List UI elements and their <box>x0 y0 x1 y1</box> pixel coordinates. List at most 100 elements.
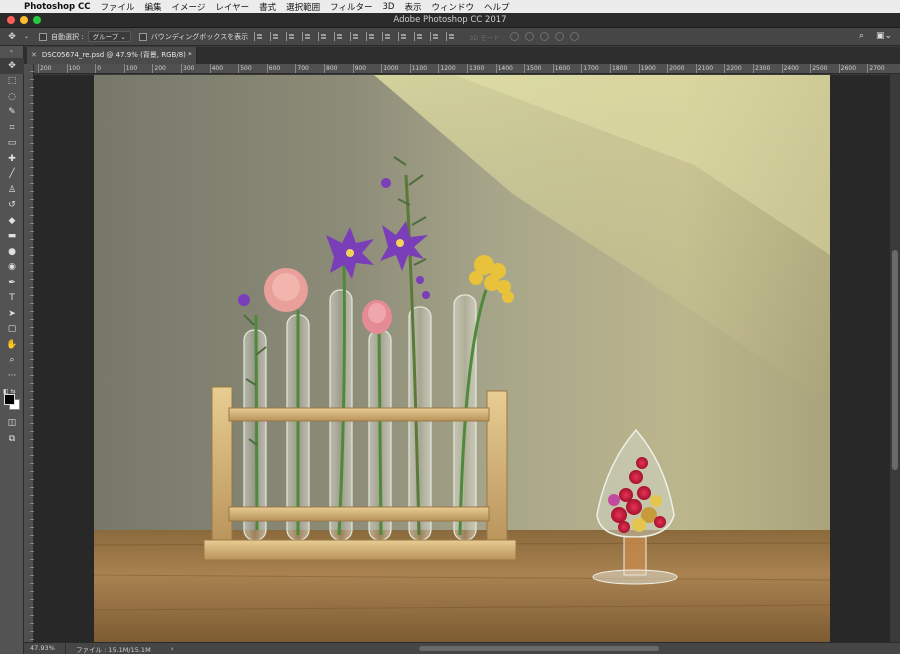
screen-mode-icon[interactable]: ⧉ <box>0 431 24 447</box>
crop-tool-icon[interactable]: ⌗ <box>0 120 24 136</box>
align-top-icon[interactable] <box>254 32 263 41</box>
distribute-vcenter-icon[interactable] <box>366 32 375 41</box>
ruler-tick-label: 900 <box>352 64 367 73</box>
history-brush-tool-icon[interactable]: ↺ <box>0 198 24 214</box>
hand-tool-icon[interactable]: ✋ <box>0 337 24 353</box>
quick-select-tool-icon[interactable]: ✎ <box>0 105 24 121</box>
lasso-tool-icon[interactable]: ◌ <box>0 89 24 105</box>
gradient-tool-icon[interactable]: ▬ <box>0 229 24 245</box>
clone-stamp-tool-icon[interactable]: ♙ <box>0 182 24 198</box>
tool-list: ✥ ⬚ ◌ ✎ ⌗ ▭ ✚ ╱ ♙ ↺ ◆ ▬ ● ◉ ✒ T ➤ ▢ ✋ ⌕ ··· <box>0 58 24 384</box>
move-tool-preset-icon[interactable]: ✥ <box>0 32 24 42</box>
ruler-tick-label: 600 <box>266 64 281 73</box>
menu-window[interactable]: ウィンドウ <box>431 1 474 13</box>
ruler-tick-label: 200 <box>152 64 166 73</box>
distribute-right-icon[interactable] <box>430 32 439 41</box>
auto-select-checkbox[interactable] <box>39 32 48 41</box>
marquee-tool-icon[interactable]: ⬚ <box>0 74 24 90</box>
menu-help[interactable]: ヘルプ <box>484 1 510 13</box>
distribute-left-icon[interactable] <box>398 32 407 41</box>
chevron-down-icon[interactable]: ⌄ <box>24 33 29 40</box>
ruler-tick-label: 2200 <box>724 64 742 73</box>
pen-tool-icon[interactable]: ✒ <box>0 275 24 291</box>
align-left-icon[interactable] <box>302 32 311 41</box>
eraser-tool-icon[interactable]: ◆ <box>0 213 24 229</box>
dodge-tool-icon[interactable]: ◉ <box>0 260 24 276</box>
tools-panel: » ✥ ⬚ ◌ ✎ ⌗ ▭ ✚ ╱ ♙ ↺ ◆ ▬ ● ◉ ✒ T ➤ ▢ ✋ ⌕ ··· ◧ ⇆ ◫ ⧉ <box>0 46 24 654</box>
menu-filter[interactable]: フィルター <box>330 1 372 13</box>
healing-brush-tool-icon[interactable]: ✚ <box>0 151 24 167</box>
blur-tool-icon[interactable]: ● <box>0 244 24 260</box>
photo-illustration <box>94 75 830 642</box>
zoom-tool-icon[interactable]: ⌕ <box>0 353 24 369</box>
3d-slide-icon[interactable] <box>555 32 565 41</box>
status-menu-arrow-icon[interactable]: › <box>171 645 174 653</box>
window-title-bar: Adobe Photoshop CC 2017 <box>0 13 900 28</box>
workspace-switcher-icon[interactable]: ▣⌄ <box>876 31 892 41</box>
ruler-tick-label: 800 <box>323 64 338 73</box>
foreground-color-swatch[interactable] <box>4 393 15 405</box>
brush-tool-icon[interactable]: ╱ <box>0 167 24 183</box>
ruler-tick-label: 0 <box>95 64 102 73</box>
3d-rotate-icon[interactable] <box>510 32 520 41</box>
vertical-scrollbar[interactable] <box>890 75 900 642</box>
app-menu-photoshop[interactable]: Photoshop CC <box>24 2 91 12</box>
ruler-tick-label: 2100 <box>695 64 714 73</box>
align-bottom-icon[interactable] <box>286 32 295 41</box>
quick-mask-icon[interactable]: ◫ <box>0 416 24 432</box>
document-image <box>94 75 830 642</box>
document-tab-title: DSC05674_re.psd @ 47.9% (背景, RGB/8) * <box>41 51 192 59</box>
auto-select-dropdown[interactable]: グループ ⌄ <box>87 31 131 42</box>
ruler-tick-label: 1600 <box>552 64 571 73</box>
bounding-box-checkbox[interactable] <box>138 32 147 41</box>
panel-collapse-icon[interactable]: » <box>0 46 23 58</box>
menu-type[interactable]: 書式 <box>259 1 276 13</box>
3d-scale-icon[interactable] <box>570 32 580 41</box>
ruler-tick-label: 700 <box>295 64 309 73</box>
ruler-tick-label: 400 <box>209 64 224 73</box>
window-title: Adobe Photoshop CC 2017 <box>393 15 507 25</box>
menu-edit[interactable]: 編集 <box>145 1 162 13</box>
menu-image[interactable]: イメージ <box>172 1 206 13</box>
close-tab-icon[interactable]: ✕ <box>31 51 37 59</box>
menu-view[interactable]: 表示 <box>404 1 421 13</box>
type-tool-icon[interactable]: T <box>0 291 24 307</box>
align-vcenter-icon[interactable] <box>270 32 279 41</box>
ruler-tick-label: 1800 <box>609 64 628 73</box>
shape-tool-icon[interactable]: ▢ <box>0 322 24 338</box>
path-select-tool-icon[interactable]: ➤ <box>0 306 24 322</box>
distribute-bottom-icon[interactable] <box>382 32 391 41</box>
ruler-tick-label: 1400 <box>495 64 513 73</box>
document-tab-bar: ✕ DSC05674_re.psd @ 47.9% (背景, RGB/8) * <box>24 47 900 64</box>
menu-layer[interactable]: レイヤー <box>215 1 249 13</box>
document-tab[interactable]: ✕ DSC05674_re.psd @ 47.9% (背景, RGB/8) * <box>27 47 197 64</box>
mac-menu-bar: Photoshop CC ファイル 編集 イメージ レイヤー 書式 選択範囲 フ… <box>0 0 900 13</box>
align-hcenter-icon[interactable] <box>318 32 327 41</box>
more-tools-icon[interactable]: ··· <box>0 368 24 384</box>
menu-file[interactable]: ファイル <box>101 1 135 13</box>
color-swatches: ◧ ⇆ <box>0 388 24 416</box>
3d-drag-icon[interactable] <box>540 32 550 41</box>
move-tool-icon[interactable]: ✥ <box>0 58 24 74</box>
distribute-hcenter-icon[interactable] <box>414 32 423 41</box>
search-icon[interactable]: ⌕ <box>859 31 864 41</box>
zoom-level-field[interactable]: 47.93% <box>24 642 66 654</box>
ruler-tool-icon[interactable]: ▭ <box>0 136 24 152</box>
ruler-tick-label: 1900 <box>638 64 656 73</box>
auto-align-icon[interactable] <box>446 32 455 41</box>
3d-mode-buttons <box>510 32 580 41</box>
horizontal-scrollbar-thumb[interactable] <box>419 646 659 651</box>
ruler-tick-label: 1100 <box>409 64 428 73</box>
canvas-workspace[interactable] <box>34 75 890 642</box>
3d-roll-icon[interactable] <box>525 32 535 41</box>
vertical-scrollbar-thumb[interactable] <box>892 250 898 470</box>
align-right-icon[interactable] <box>334 32 343 41</box>
ruler-tick-label: 2500 <box>810 64 828 73</box>
menu-select[interactable]: 選択範囲 <box>286 1 320 13</box>
ruler-tick-label: 300 <box>180 64 195 73</box>
distribute-top-icon[interactable] <box>350 32 359 41</box>
ruler-tick-label: 2000 <box>667 64 685 73</box>
menu-3d[interactable]: 3D <box>383 2 395 12</box>
vertical-ruler[interactable] <box>24 64 34 642</box>
horizontal-ruler[interactable]: 200 100 0 100 200 300 400 500 600 700 800 900 1000 11… <box>34 64 900 74</box>
